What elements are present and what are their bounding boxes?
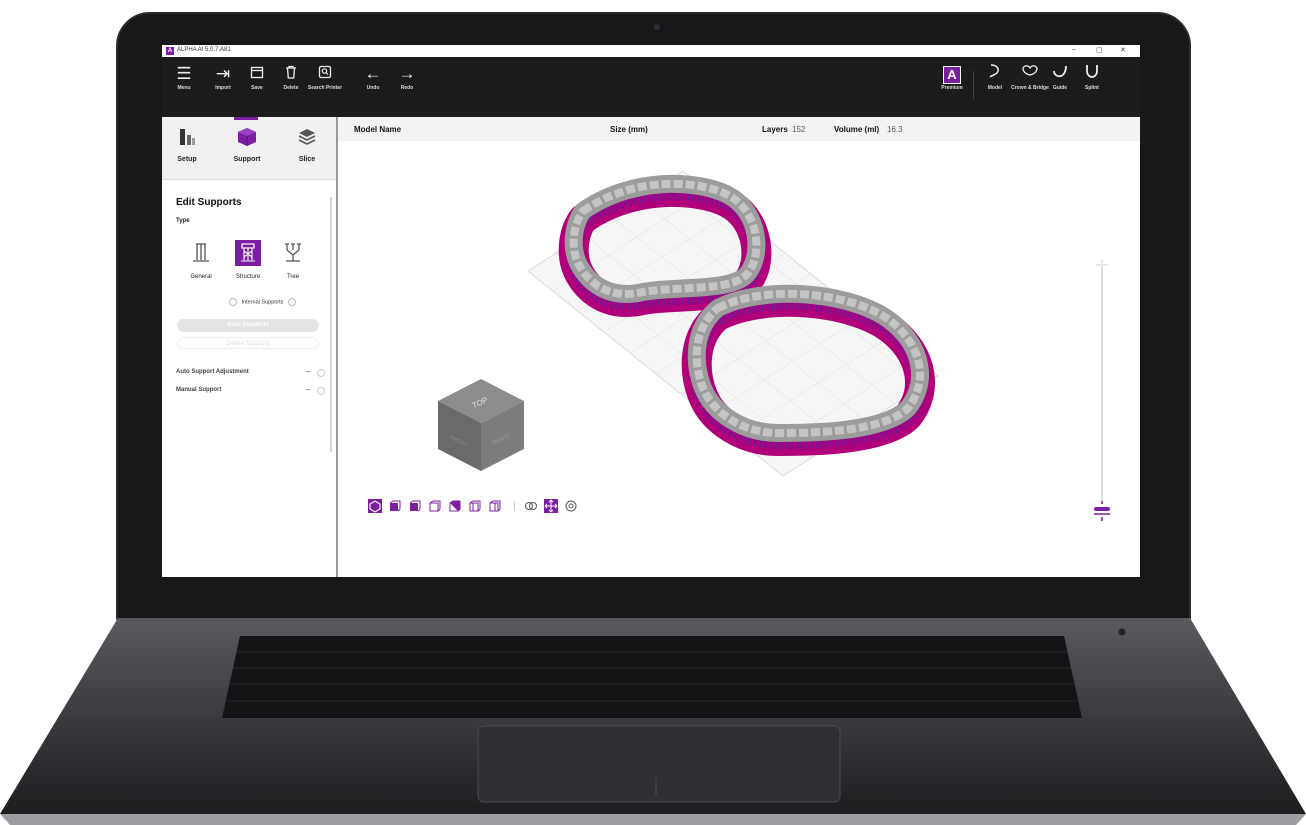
3d-viewport[interactable]: TOP FRONT RIGHT — [338, 141, 1140, 577]
delete-supports-button[interactable]: Delete Supports — [177, 337, 319, 349]
volume-value: 16.3 — [887, 125, 903, 134]
internal-supports-label: Internal Supports — [241, 299, 284, 306]
splint-button[interactable]: Splint — [1072, 63, 1112, 91]
model-info-bar: Model Name Size (mm) Layers 152 Volume (… — [338, 117, 1140, 142]
right-view-icon — [489, 500, 501, 512]
power-button — [1117, 627, 1127, 637]
transparency-icon — [525, 502, 537, 510]
view-iso-button[interactable] — [368, 499, 382, 513]
webcam — [653, 24, 660, 30]
auto-supports-button[interactable]: Auto Supports — [177, 319, 319, 332]
layer-slider-handle[interactable] — [1090, 501, 1114, 529]
support-type-tree[interactable]: Tree — [268, 240, 318, 280]
manual-support-label[interactable]: Manual Support — [176, 387, 221, 393]
front-view-icon — [429, 500, 441, 512]
general-support-icon — [193, 243, 209, 262]
keyboard — [222, 636, 1082, 718]
search-printer-button[interactable]: Search Printer — [305, 63, 345, 91]
left-view-icon — [469, 500, 481, 512]
menu-button[interactable]: ☰ Menu — [164, 63, 204, 91]
support-type-general[interactable]: General — [176, 240, 226, 280]
close-button[interactable]: ✕ — [1120, 46, 1126, 54]
volume-label: Volume (ml) — [834, 125, 880, 134]
view-left-button[interactable] — [468, 499, 482, 513]
auto-support-adjustment-label[interactable]: Auto Support Adjustment — [176, 369, 249, 375]
layers-value: 152 — [792, 125, 806, 134]
tab-setup[interactable]: Setup — [162, 127, 212, 163]
adjustment-toggle[interactable] — [317, 369, 325, 377]
model-button[interactable]: Model — [975, 63, 1015, 91]
manual-toggle[interactable] — [317, 387, 325, 395]
left-panel-scrollbar[interactable] — [330, 197, 332, 452]
pan-move-icon — [544, 499, 558, 513]
window-title: ALPHA AI 5.0.7.A81 — [177, 47, 231, 53]
view-bottom-button[interactable] — [408, 499, 422, 513]
slice-layers-icon — [298, 129, 316, 145]
active-tab-indicator — [234, 117, 258, 120]
premium-logo-icon: A — [943, 66, 961, 84]
edit-supports-title: Edit Supports — [176, 197, 242, 208]
zoom-icon — [565, 500, 577, 512]
internal-supports-row: Internal Supports — [226, 298, 299, 306]
layers-label: Layers — [762, 125, 788, 134]
laptop-base — [0, 618, 1306, 825]
internal-supports-toggle[interactable] — [287, 298, 296, 306]
collapse-manual-icon[interactable]: – — [306, 385, 310, 394]
back-view-icon — [449, 500, 461, 512]
search-printer-icon — [305, 63, 345, 85]
transparency-button[interactable] — [524, 499, 538, 513]
menu-icon: ☰ — [176, 64, 192, 83]
view-toolbar-divider — [514, 501, 515, 511]
toolbar-divider — [973, 71, 974, 99]
size-label: Size (mm) — [610, 125, 648, 134]
app-window: A ALPHA AI 5.0.7.A81 – ▢ ✕ ☰ Menu ⇥ Impo… — [162, 45, 1140, 577]
top-view-icon — [389, 500, 401, 512]
support-cube-icon — [238, 128, 256, 146]
structure-support-icon — [241, 243, 255, 262]
pan-button[interactable] — [544, 499, 558, 513]
redo-arrow-icon: → — [398, 64, 416, 83]
model-name-label: Model Name — [354, 125, 402, 134]
view-right-button[interactable] — [488, 499, 502, 513]
internal-supports-checkbox[interactable] — [229, 298, 237, 306]
view-cube[interactable]: TOP FRONT RIGHT — [438, 379, 524, 471]
zoom-fit-button[interactable] — [564, 499, 578, 513]
workflow-tabs: Setup Support Slice — [162, 117, 336, 180]
layer-slider-track[interactable] — [1101, 266, 1103, 501]
trackpad — [477, 725, 841, 803]
tree-support-icon — [285, 243, 301, 262]
bottom-view-icon — [409, 500, 421, 512]
view-front-button[interactable] — [428, 499, 442, 513]
minimize-button[interactable]: – — [1072, 46, 1076, 53]
collapse-adjustment-icon[interactable]: – — [306, 367, 310, 376]
premium-button[interactable]: A Premium — [932, 63, 972, 91]
setup-icon — [180, 129, 195, 145]
splint-icon — [1072, 63, 1112, 85]
maximize-button[interactable]: ▢ — [1096, 46, 1103, 54]
redo-button[interactable]: → Redo — [387, 63, 427, 91]
support-type-label: Type — [176, 218, 190, 224]
model-icon — [975, 63, 1015, 85]
tab-slice[interactable]: Slice — [282, 127, 332, 163]
iso-view-icon — [369, 500, 381, 513]
support-type-structure[interactable]: Structure — [223, 240, 273, 280]
tab-support[interactable]: Support — [222, 127, 272, 163]
view-top-button[interactable] — [388, 499, 402, 513]
app-logo-icon: A — [166, 47, 174, 55]
left-panel: Setup Support Slice Edit Supports Type G… — [162, 117, 338, 577]
main-toolbar: ☰ Menu ⇥ Import Save Delete Search Print… — [162, 57, 1140, 117]
view-back-button[interactable] — [448, 499, 462, 513]
